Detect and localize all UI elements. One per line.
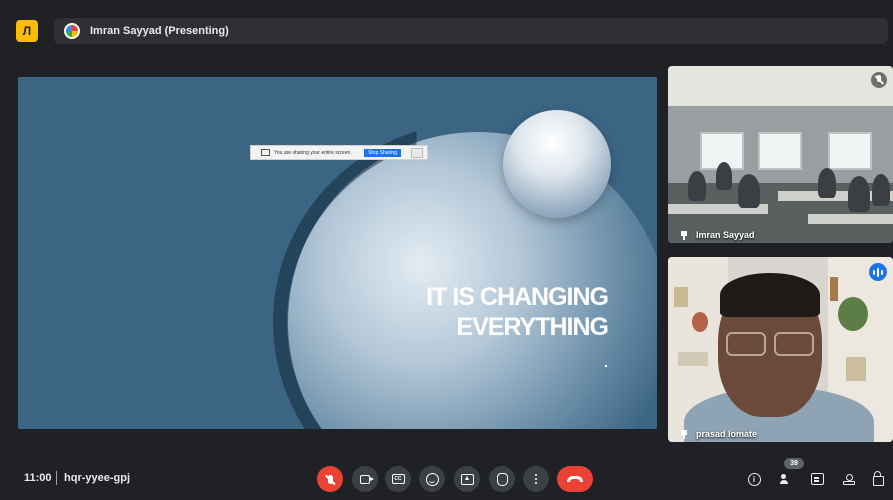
raise-hand-button[interactable] [489, 466, 515, 492]
participant-tile-speaker[interactable]: prasad lomate [668, 257, 893, 442]
app-logo[interactable]: Л [16, 20, 38, 42]
mic-off-icon [327, 474, 333, 484]
book [674, 287, 688, 307]
student [872, 174, 890, 206]
book [846, 357, 866, 381]
bench [808, 214, 893, 224]
captions-button[interactable]: CC [385, 466, 411, 492]
divider [56, 471, 57, 485]
slide-sphere [503, 110, 611, 218]
presenter-label: Imran Sayyad (Presenting) [90, 25, 229, 37]
student [818, 168, 836, 198]
participant-label: prasad lomate [680, 429, 757, 439]
chat-button[interactable] [808, 470, 826, 488]
chat-icon [810, 473, 824, 485]
room-window [758, 132, 802, 170]
pin-icon[interactable] [680, 429, 688, 439]
more-options-icon [534, 477, 538, 481]
camera-toggle-button[interactable] [352, 466, 378, 492]
slide-title-line-1: IT IS CHANGING [426, 283, 609, 311]
captions-icon: CC [391, 474, 405, 484]
raise-hand-icon [496, 472, 508, 486]
activities-icon [843, 473, 855, 485]
top-bar: Л Imran Sayyad (Presenting) [0, 0, 893, 44]
vase [830, 277, 838, 301]
plant [838, 297, 868, 331]
info-icon: i [747, 472, 761, 486]
speaking-indicator-icon [869, 263, 887, 281]
activities-button[interactable] [840, 470, 858, 488]
room-ceiling [668, 66, 893, 106]
speaker-hair [720, 273, 820, 317]
student [738, 174, 760, 208]
pin-icon[interactable] [680, 230, 688, 240]
participant-name: prasad lomate [696, 429, 758, 439]
meeting-details-button[interactable]: i [745, 470, 763, 488]
participant-name: Imran Sayyad [696, 230, 755, 240]
people-count-badge: 39 [784, 458, 804, 469]
stop-sharing-button[interactable]: Stop Sharing [364, 148, 401, 157]
hide-banner-button[interactable] [411, 147, 423, 158]
cursor-dot [605, 365, 607, 367]
emoji-reaction-button[interactable] [419, 466, 445, 492]
sharing-message: You are sharing your entire screen. [274, 149, 352, 156]
student [848, 176, 870, 212]
participant-tile-classroom[interactable]: Imran Sayyad [668, 66, 893, 243]
speaker-glasses [726, 332, 814, 356]
present-icon [460, 473, 474, 485]
screen-share-icon [261, 149, 270, 156]
room-window [828, 132, 872, 170]
student [716, 162, 732, 190]
mic-toggle-button[interactable] [317, 466, 343, 492]
mic-off-icon [871, 72, 887, 88]
slide-title-line-2: EVERYTHING [456, 313, 609, 341]
people-button[interactable] [777, 470, 795, 488]
sharing-banner: You are sharing your entire screen. Stop… [250, 145, 428, 160]
emoji-icon [425, 472, 439, 486]
vase [692, 312, 708, 332]
end-call-button[interactable] [557, 466, 593, 492]
presenter-bar[interactable]: Imran Sayyad (Presenting) [54, 18, 888, 44]
people-icon [780, 474, 792, 484]
host-controls-button[interactable] [869, 470, 887, 488]
host-controls-icon [872, 471, 884, 486]
book [678, 352, 708, 366]
more-options-button[interactable] [523, 466, 549, 492]
meeting-time: 11:00 [24, 472, 52, 484]
shared-screen: You are sharing your entire screen. Stop… [18, 77, 657, 429]
end-call-icon [567, 476, 583, 482]
bottom-bar: 11:00 hqr-yyee-gpj CC i 39 [0, 458, 893, 500]
presenter-avatar [64, 23, 80, 39]
slide-title: IT IS CHANGING EVERYTHING [426, 282, 609, 342]
student [688, 171, 706, 201]
present-now-button[interactable] [454, 466, 480, 492]
camera-icon [360, 474, 374, 484]
participant-label: Imran Sayyad [680, 230, 755, 240]
meeting-code[interactable]: hqr-yyee-gpj [64, 472, 130, 484]
